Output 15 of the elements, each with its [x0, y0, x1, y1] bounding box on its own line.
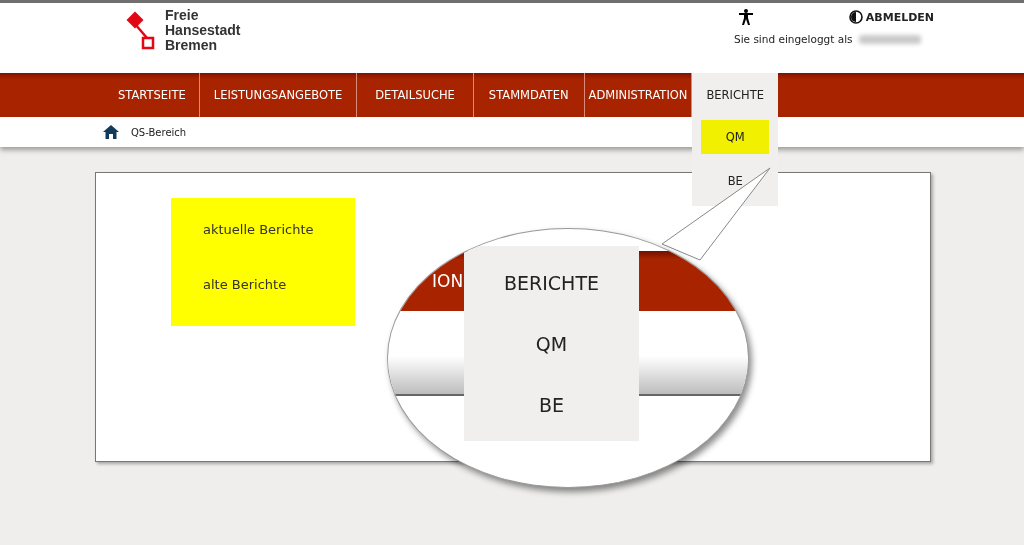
- login-info-text: Sie sind eingeloggt als: [734, 33, 853, 45]
- contrast-icon: [848, 10, 863, 24]
- blurred-username: [858, 34, 921, 44]
- dropdown-item[interactable]: QM: [701, 120, 770, 154]
- report-link[interactable]: aktuelle Berichte: [203, 222, 355, 237]
- report-link[interactable]: alte Berichte: [203, 277, 355, 292]
- logout-link[interactable]: ABMELDEN: [848, 10, 934, 24]
- home-icon[interactable]: [103, 125, 119, 139]
- accessibility-icon[interactable]: [739, 9, 753, 25]
- logo-text: Freie Hansestadt Bremen: [165, 8, 241, 53]
- dropdown-item[interactable]: BE: [701, 164, 770, 198]
- breadcrumb-link[interactable]: QS-Bereich: [131, 126, 187, 138]
- magnified-menu-title: BERICHTE: [504, 271, 599, 294]
- magnified-nav-text: ION: [432, 271, 464, 291]
- nav-item[interactable]: BERICHTE: [692, 73, 778, 117]
